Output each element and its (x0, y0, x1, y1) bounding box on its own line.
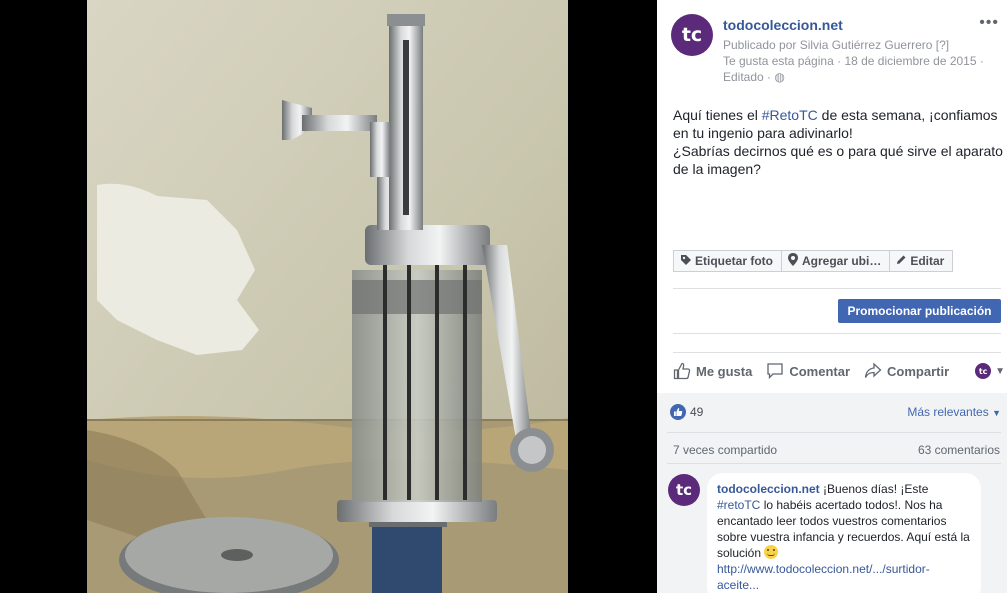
divider (673, 352, 1001, 353)
reaction-summary[interactable]: 49 (670, 404, 703, 420)
sort-dropdown[interactable]: Más relevantes ▼ (907, 405, 1001, 419)
pencil-icon (896, 254, 907, 268)
comment-icon (767, 363, 783, 380)
more-options-icon[interactable]: ••• (979, 14, 999, 32)
comment-avatar[interactable]: tc (668, 474, 700, 506)
page-name-link[interactable]: todocoleccion.net (723, 17, 843, 33)
solution-link[interactable]: http://www.todocoleccion.net/.../surtido… (717, 561, 971, 593)
share-icon (864, 362, 882, 378)
post-date[interactable]: 18 de diciembre de 2015 (844, 54, 976, 68)
edited-line: Editado · ◍ (723, 70, 785, 84)
like-button[interactable]: Me gusta (673, 362, 752, 380)
post-text: Aquí tienes el #RetoTC de esta semana, ¡… (673, 106, 1003, 178)
add-location-button[interactable]: Agregar ubi… (782, 250, 891, 272)
like-reaction-icon (670, 404, 686, 420)
tag-photo-label: Etiquetar foto (695, 254, 773, 268)
published-by: Publicado por Silvia Gutiérrez Guerrero (723, 38, 933, 52)
comment-text-part1: ¡Buenos días! ¡Este (819, 482, 929, 496)
meta-line: Te gusta esta página · 18 de diciembre d… (723, 54, 984, 68)
published-by-line: Publicado por Silvia Gutiérrez Guerrero … (723, 38, 949, 52)
share-label: Compartir (887, 363, 950, 379)
tag-icon (680, 254, 692, 269)
thumbs-up-icon (673, 362, 691, 380)
post-actions: Me gusta Comentar Compartir tc ▼ (673, 362, 1005, 380)
divider (673, 288, 1001, 289)
tag-photo-button[interactable]: Etiquetar foto (673, 250, 782, 272)
promote-post-button[interactable]: Promocionar publicación (838, 299, 1001, 323)
caret-down-icon: ▼ (995, 365, 1006, 377)
post-text-line2: ¿Sabrías decirnos qué es o para qué sirv… (673, 143, 1003, 177)
like-label: Me gusta (696, 363, 753, 379)
comment-label: Comentar (789, 363, 851, 379)
edit-label: Editar (910, 254, 945, 268)
oil-dispenser-image (87, 0, 568, 593)
liked-page: Te gusta esta página (723, 54, 834, 68)
help-mark[interactable]: [?] (936, 38, 949, 52)
add-location-label: Agregar ubi… (802, 254, 882, 268)
comment-author[interactable]: todocoleccion.net (717, 482, 820, 496)
smile-emoji-icon (764, 545, 779, 559)
post-hashtag[interactable]: #RetoTC (762, 107, 818, 123)
sort-label: Más relevantes (907, 405, 989, 419)
post-text-prefix: Aquí tienes el (673, 107, 762, 123)
location-pin-icon (788, 253, 798, 269)
comment-hashtag[interactable]: #retoTC (717, 498, 760, 512)
comment: todocoleccion.net ¡Buenos días! ¡Este #r… (707, 473, 981, 593)
photo-viewer (0, 0, 657, 593)
share-count[interactable]: 7 veces compartido (673, 443, 777, 457)
edit-button[interactable]: Editar (890, 250, 954, 272)
page-avatar[interactable]: tc (671, 14, 713, 56)
post-panel: tc todocoleccion.net Publicado por Silvi… (657, 0, 1007, 593)
like-count: 49 (690, 405, 704, 419)
caret-down-icon: ▼ (992, 408, 1001, 418)
divider (667, 432, 1001, 433)
photo-actions: Etiquetar foto Agregar ubi… Editar (673, 250, 954, 272)
divider (673, 333, 1001, 334)
post-as-avatar: tc (975, 363, 992, 379)
comment-count[interactable]: 63 comentarios (918, 443, 1000, 457)
comment-button[interactable]: Comentar (766, 362, 850, 380)
globe-icon: ◍ (774, 70, 785, 84)
post-as-selector[interactable]: tc ▼ (975, 363, 1005, 379)
edited-label[interactable]: Editado (723, 70, 764, 84)
divider (667, 463, 1001, 464)
share-button[interactable]: Compartir (864, 362, 949, 380)
post-photo[interactable] (87, 0, 568, 593)
